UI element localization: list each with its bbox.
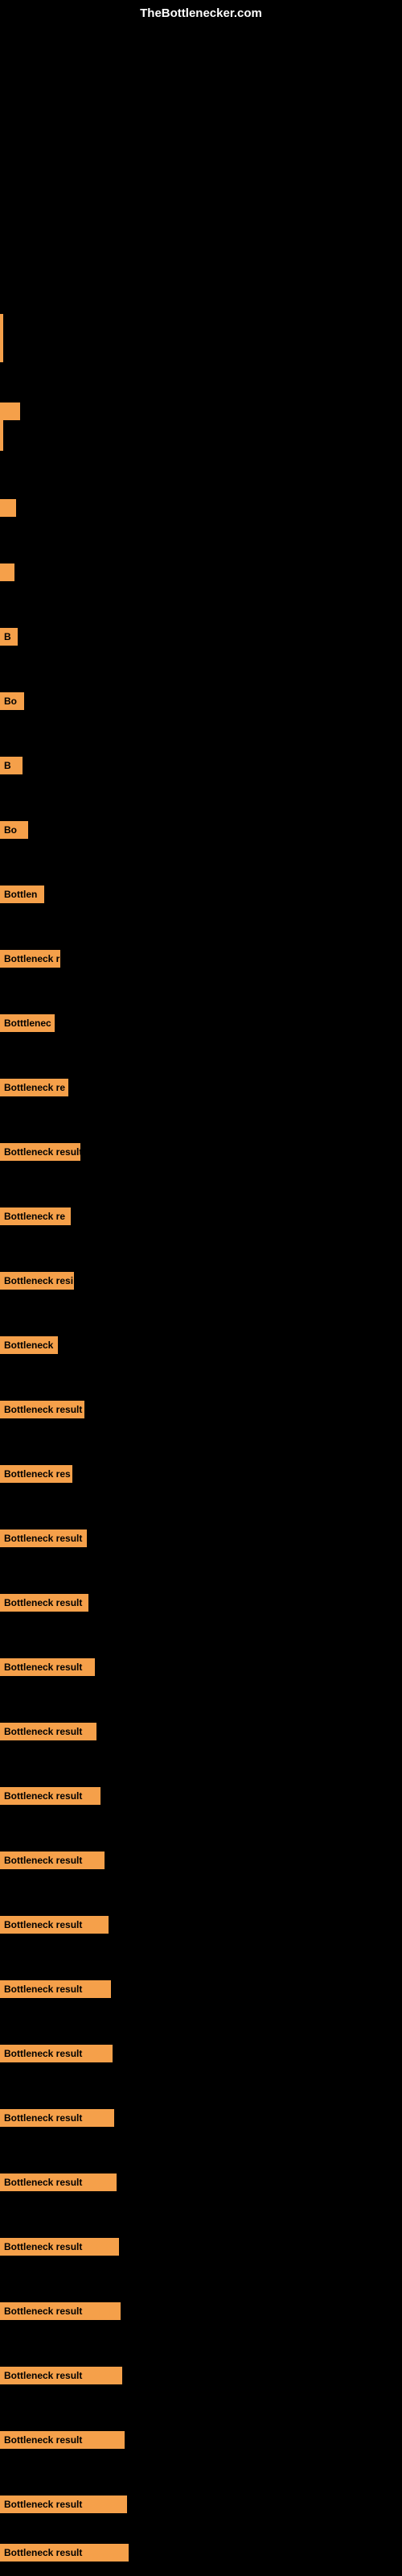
bottleneck-bar-17: Bottleneck result <box>0 1530 87 1547</box>
bottleneck-bar-22: Bottleneck result <box>0 1852 105 1869</box>
bottleneck-bar-11: Bottleneck result <box>0 1143 80 1161</box>
bottleneck-bar-4: Bo <box>0 692 24 710</box>
bottleneck-bar-12: Bottleneck re <box>0 1208 71 1225</box>
bottleneck-bar-0 <box>0 402 20 420</box>
bottleneck-bar-5: B <box>0 757 23 774</box>
bottleneck-bar-27: Bottleneck result <box>0 2174 117 2191</box>
bottleneck-bar-13: Bottleneck resi <box>0 1272 74 1290</box>
bottleneck-bar-21: Bottleneck result <box>0 1787 100 1805</box>
bottleneck-bar-33: Bottleneck result <box>0 2544 129 2562</box>
bottleneck-bar-1 <box>0 499 16 517</box>
bottleneck-bar-10: Bottleneck re <box>0 1079 68 1096</box>
bottleneck-bar-19: Bottleneck result <box>0 1658 95 1676</box>
v-bar-0 <box>0 314 3 362</box>
bottleneck-bar-16: Bottleneck res <box>0 1465 72 1483</box>
bottleneck-bar-25: Bottleneck result <box>0 2045 113 2062</box>
bottleneck-bar-6: Bo <box>0 821 28 839</box>
bottleneck-bar-14: Bottleneck <box>0 1336 58 1354</box>
bottleneck-bar-20: Bottleneck result <box>0 1723 96 1740</box>
bottleneck-bar-9: Botttlenec <box>0 1014 55 1032</box>
bottleneck-bar-3: B <box>0 628 18 646</box>
bottleneck-bar-23: Bottleneck result <box>0 1916 109 1934</box>
v-bar-1 <box>0 419 3 451</box>
bottleneck-bar-2 <box>0 564 14 581</box>
bottleneck-bar-18: Bottleneck result <box>0 1594 88 1612</box>
bottleneck-bar-29: Bottleneck result <box>0 2302 121 2320</box>
bottleneck-bar-30: Bottleneck result <box>0 2367 122 2384</box>
bottleneck-bar-32: Bottleneck result <box>0 2496 127 2513</box>
bottleneck-bar-8: Bottleneck r <box>0 950 60 968</box>
bottleneck-bar-7: Bottlen <box>0 886 44 903</box>
bottleneck-bar-28: Bottleneck result <box>0 2238 119 2256</box>
bottleneck-bar-26: Bottleneck result <box>0 2109 114 2127</box>
site-title: TheBottlenecker.com <box>140 6 262 20</box>
bottleneck-bar-31: Bottleneck result <box>0 2431 125 2449</box>
bottleneck-bar-15: Bottleneck result <box>0 1401 84 1418</box>
bottleneck-bar-24: Bottleneck result <box>0 1980 111 1998</box>
